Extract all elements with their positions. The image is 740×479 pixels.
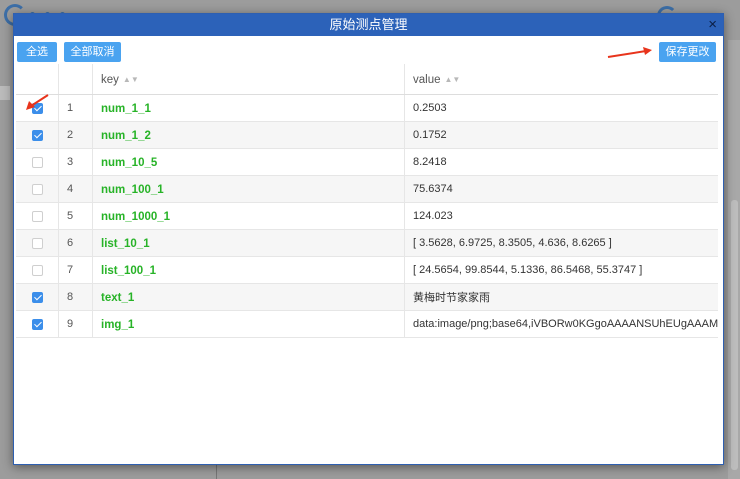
row-checkbox[interactable]: [31, 184, 43, 196]
raw-points-dialog: 原始测点管理 × 全选 全部取消 保存更改 key ▲▼ value ▲▼ 1 …: [13, 13, 724, 465]
row-key-cell: num_100_1: [92, 175, 405, 203]
row-value: 124.023: [404, 202, 718, 230]
row-checkbox[interactable]: [31, 130, 43, 142]
row-checkbox[interactable]: [31, 211, 43, 223]
row-checkbox-cell[interactable]: [16, 121, 59, 149]
background-scrollbar[interactable]: [731, 200, 738, 470]
dialog-title: 原始测点管理: [329, 17, 408, 32]
table-row[interactable]: 6 list_10_1 [ 3.5628, 6.9725, 8.3505, 4.63…: [16, 229, 718, 257]
row-checkbox[interactable]: [31, 238, 43, 250]
row-key-cell: num_1000_1: [92, 202, 405, 230]
row-key-cell: num_1_1: [92, 94, 405, 122]
row-value: 75.6374: [404, 175, 718, 203]
row-checkbox[interactable]: [31, 319, 43, 331]
row-key: list_10_1: [101, 238, 150, 250]
row-key: list_100_1: [101, 265, 156, 277]
points-table: key ▲▼ value ▲▼ 1 num_1_1 0.2503 2 num_1_2 0.17…: [16, 64, 718, 344]
table-row[interactable]: 8 text_1 黄梅时节家家雨: [16, 283, 718, 311]
table-header-row: key ▲▼ value ▲▼: [16, 64, 718, 95]
sidebar-edge: [0, 86, 10, 100]
column-header-value[interactable]: value ▲▼: [404, 64, 718, 95]
row-value: [ 3.5628, 6.9725, 8.3505, 4.636, 8.6265 …: [404, 229, 718, 257]
table-row[interactable]: 7 list_100_1 [ 24.5654, 99.8544, 5.1336, 8…: [16, 256, 718, 284]
header-index-cell: [58, 64, 93, 95]
row-checkbox-cell[interactable]: [16, 310, 59, 338]
table-row[interactable]: 9 img_1 data:image/png;base64,iVBORw0KGgoA…: [16, 310, 718, 338]
select-all-button[interactable]: 全选: [17, 42, 57, 62]
row-value: 0.2503: [404, 94, 718, 122]
table-row[interactable]: 3 num_10_5 8.2418: [16, 148, 718, 176]
column-value-label: value: [413, 74, 441, 86]
row-index: 8: [58, 283, 93, 311]
row-key: num_1_2: [101, 130, 151, 142]
row-value: data:image/png;base64,iVBORw0KGgoAAAANSU…: [404, 310, 718, 338]
logo-dots-icon: [30, 6, 90, 17]
panel-divider: [216, 465, 217, 479]
close-icon[interactable]: ×: [708, 14, 717, 36]
table-row[interactable]: 5 num_1000_1 124.023: [16, 202, 718, 230]
row-index: 2: [58, 121, 93, 149]
sort-icon[interactable]: ▲▼: [445, 76, 461, 84]
row-key: num_1_1: [101, 103, 151, 115]
row-index: 5: [58, 202, 93, 230]
row-checkbox-cell[interactable]: [16, 283, 59, 311]
annotation-arrow-checkbox-icon: [26, 94, 49, 110]
row-key: text_1: [101, 292, 135, 304]
header-checkbox-cell: [16, 64, 59, 95]
save-changes-button[interactable]: 保存更改: [659, 42, 716, 62]
sort-icon[interactable]: ▲▼: [123, 76, 139, 84]
row-key-cell: text_1: [92, 283, 405, 311]
row-key: img_1: [101, 319, 135, 331]
row-key: num_100_1: [101, 184, 164, 196]
row-key: num_1000_1: [101, 211, 171, 223]
row-index: 1: [58, 94, 93, 122]
annotation-arrow-save-icon: [607, 47, 652, 58]
row-checkbox-cell[interactable]: [16, 229, 59, 257]
dialog-header: 原始测点管理 ×: [14, 14, 723, 36]
cancel-all-button[interactable]: 全部取消: [64, 42, 121, 62]
column-header-key[interactable]: key ▲▼: [92, 64, 405, 95]
row-index: 7: [58, 256, 93, 284]
row-index: 9: [58, 310, 93, 338]
row-checkbox[interactable]: [31, 265, 43, 277]
row-checkbox-cell[interactable]: [16, 256, 59, 284]
row-key: num_10_5: [101, 157, 158, 169]
column-key-label: key: [101, 74, 119, 86]
row-key-cell: list_10_1: [92, 229, 405, 257]
row-index: 4: [58, 175, 93, 203]
table-row[interactable]: 4 num_100_1 75.6374: [16, 175, 718, 203]
table-row[interactable]: 1 num_1_1 0.2503: [16, 94, 718, 122]
row-key-cell: img_1: [92, 310, 405, 338]
row-checkbox-cell[interactable]: [16, 175, 59, 203]
table-row[interactable]: 2 num_1_2 0.1752: [16, 121, 718, 149]
row-value: 8.2418: [404, 148, 718, 176]
row-key-cell: num_10_5: [92, 148, 405, 176]
row-index: 3: [58, 148, 93, 176]
row-key-cell: num_1_2: [92, 121, 405, 149]
row-value: 0.1752: [404, 121, 718, 149]
row-checkbox[interactable]: [31, 292, 43, 304]
row-index: 6: [58, 229, 93, 257]
row-checkbox[interactable]: [31, 157, 43, 169]
row-checkbox-cell[interactable]: [16, 148, 59, 176]
row-checkbox-cell[interactable]: [16, 202, 59, 230]
row-key-cell: list_100_1: [92, 256, 405, 284]
row-value: 黄梅时节家家雨: [404, 283, 718, 311]
row-value: [ 24.5654, 99.8544, 5.1336, 86.5468, 55.…: [404, 256, 718, 284]
